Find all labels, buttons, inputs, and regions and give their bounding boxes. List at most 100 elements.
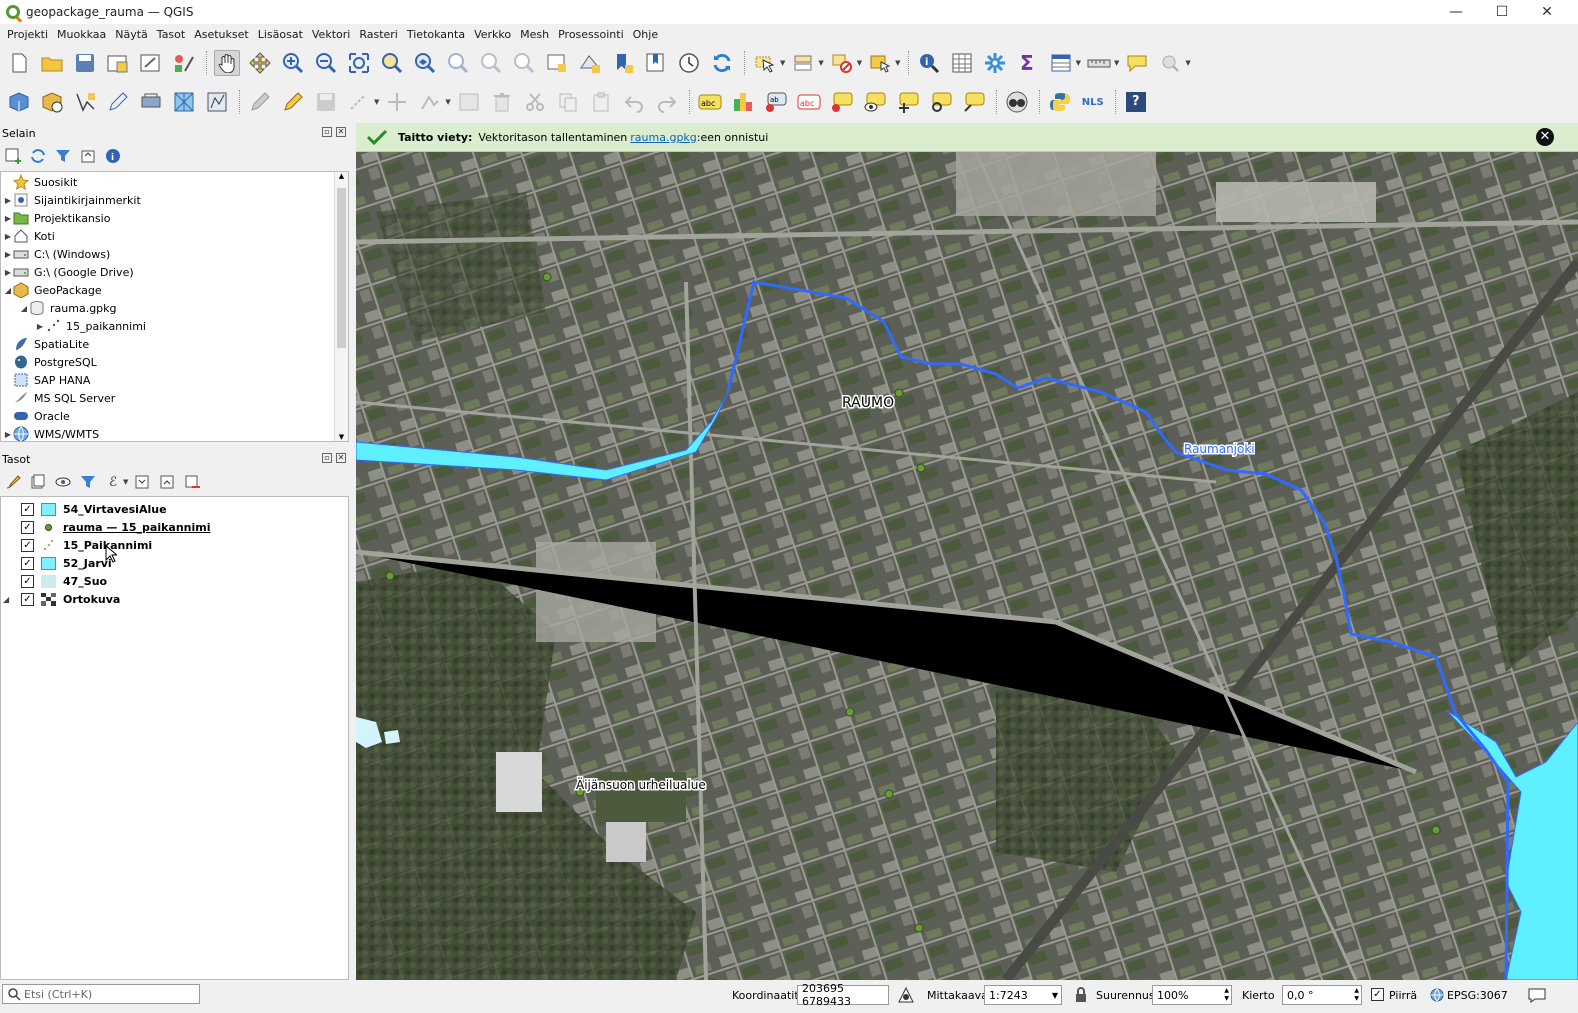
scale-combobox[interactable]: 1:7243 ▼ [984, 985, 1062, 1005]
locator-search-input[interactable]: Etsi (Ctrl+K) [2, 984, 200, 1004]
expand-arrow-icon[interactable]: ▶ [35, 322, 45, 331]
new-bookmark-button[interactable] [610, 50, 636, 76]
expand-arrow-icon[interactable]: ▶ [3, 430, 13, 439]
deselect-button[interactable] [829, 50, 855, 76]
layer-47-suo[interactable]: ✓ 47_Suo [21, 572, 107, 590]
temporal-controller-button[interactable] [676, 50, 702, 76]
browser-item-mssql[interactable]: MS SQL Server [3, 389, 115, 407]
identify-button[interactable]: i [916, 50, 942, 76]
minimize-button[interactable]: — [1433, 0, 1479, 24]
expand-all-button[interactable] [133, 473, 151, 491]
float-panel-icon[interactable]: ▫ [322, 127, 332, 137]
browser-item-15-paikannimi[interactable]: ▶ 15_paikannimi [35, 317, 146, 335]
layer-visibility-checkbox[interactable]: ✓ [21, 574, 34, 588]
zoom-native-button[interactable] [445, 50, 471, 76]
style-panel-button[interactable] [4, 473, 22, 491]
remove-layer-button[interactable] [183, 473, 201, 491]
change-label-button[interactable] [961, 89, 987, 115]
open-table-button[interactable] [1048, 50, 1074, 76]
spin-arrows-icon[interactable]: ▲ ▼ [1224, 987, 1229, 1003]
menu-vektori[interactable]: Vektori [309, 28, 356, 41]
select-by-location-button[interactable] [867, 50, 893, 76]
new-mesh-layer-button[interactable] [171, 89, 197, 115]
browser-scrollbar[interactable]: ▲ ▼ [334, 172, 348, 441]
new-point-cloud-button[interactable] [204, 89, 230, 115]
nls-plugin-button[interactable]: NLS [1080, 89, 1106, 115]
scroll-down-arrow-icon[interactable]: ▼ [335, 433, 348, 441]
properties-button[interactable]: i [104, 147, 122, 165]
menu-tietokanta[interactable]: Tietokanta [404, 28, 471, 41]
crs-button[interactable]: EPSG:3067 [1447, 989, 1508, 1002]
browser-item-postgresql[interactable]: PostgreSQL [3, 353, 97, 371]
refresh-button[interactable] [709, 50, 735, 76]
modify-attributes-button[interactable] [456, 89, 482, 115]
statistics-button[interactable]: Σ [1015, 50, 1041, 76]
python-console-button[interactable] [1047, 89, 1073, 115]
menu-ohje[interactable]: Ohje [630, 28, 664, 41]
dropdown-arrow-icon[interactable]: ▼ [374, 98, 379, 106]
coordinates-field[interactable]: 203695 6789433 [797, 982, 889, 1008]
refresh-browser-button[interactable] [29, 147, 47, 165]
zoom-out-button[interactable] [313, 50, 339, 76]
locator-button[interactable] [1157, 50, 1183, 76]
collapse-all-layers-button[interactable] [158, 473, 176, 491]
expand-arrow-icon[interactable]: ▶ [3, 232, 13, 241]
save-project-button[interactable] [72, 50, 98, 76]
map-tips-button[interactable] [1124, 50, 1150, 76]
browser-item-projektikansio[interactable]: ▶ Projektikansio [3, 209, 110, 227]
layout-manager-button[interactable] [138, 50, 164, 76]
digitize-button[interactable] [346, 89, 372, 115]
layer-visibility-checkbox[interactable]: ✓ [21, 520, 34, 534]
delete-selected-button[interactable] [489, 89, 515, 115]
dropdown-arrow-icon[interactable]: ▼ [818, 59, 823, 67]
magnifier-spinbox[interactable]: 100% ▲ ▼ [1152, 985, 1232, 1005]
map-canvas[interactable]: RAUMO Raumanjoki Äijänsuon urheilualue [356, 152, 1578, 980]
browser-item-oracle[interactable]: Oracle [3, 407, 70, 425]
new-print-layout-button[interactable] [105, 50, 131, 76]
browser-item-rauma-gpkg[interactable]: ◢ rauma.gpkg [19, 299, 117, 317]
measure-button[interactable] [1086, 50, 1112, 76]
collapse-all-button[interactable] [79, 147, 97, 165]
browser-item-suosikit[interactable]: Suosikit [3, 173, 77, 191]
show-hide-labels-button[interactable] [862, 89, 888, 115]
new-map-view-button[interactable] [544, 50, 570, 76]
open-project-button[interactable] [39, 50, 65, 76]
current-edits-button[interactable] [247, 89, 273, 115]
add-selected-layers-button[interactable] [4, 147, 22, 165]
toggle-editing-button[interactable] [280, 89, 306, 115]
layer-diagram-button[interactable] [730, 89, 756, 115]
close-window-button[interactable]: ✕ [1524, 0, 1570, 24]
select-by-value-button[interactable] [790, 50, 816, 76]
style-manager-button[interactable] [171, 50, 197, 76]
menu-muokkaa[interactable]: Muokkaa [54, 28, 112, 41]
scroll-up-arrow-icon[interactable]: ▲ [335, 172, 348, 180]
attribute-table-button[interactable] [949, 50, 975, 76]
filter-legend-button[interactable] [79, 473, 97, 491]
label-toolbar-button[interactable]: abc [697, 89, 723, 115]
browser-item-g-drive[interactable]: ▶ G:\ (Google Drive) [3, 263, 134, 281]
new-3d-view-button[interactable] [577, 50, 603, 76]
menu-projekti[interactable]: Projekti [4, 28, 54, 41]
show-bookmarks-button[interactable] [643, 50, 669, 76]
collapse-arrow-icon[interactable]: ◢ [3, 286, 13, 295]
spin-arrows-icon[interactable]: ▲ ▼ [1354, 987, 1359, 1003]
save-edits-button[interactable] [313, 89, 339, 115]
menu-mesh[interactable]: Mesh [517, 28, 555, 41]
copy-features-button[interactable] [555, 89, 581, 115]
close-panel-icon[interactable]: ✕ [336, 453, 346, 463]
expand-arrow-icon[interactable]: ▶ [3, 214, 13, 223]
browser-item-geopackage[interactable]: ◢ GeoPackage [3, 281, 102, 299]
pin-labels-button[interactable] [829, 89, 855, 115]
browser-item-sijaintikirjainmerkit[interactable]: ▶ Sijaintikirjainmerkit [3, 191, 141, 209]
vertex-tool-button[interactable] [417, 89, 443, 115]
zoom-to-selection-button[interactable] [379, 50, 405, 76]
show-unplaced-labels-button[interactable]: abc [796, 89, 822, 115]
layer-rauma-15-paikannimi[interactable]: ✓ rauma — 15_paikannimi [21, 518, 211, 536]
render-checkbox[interactable]: ✓ [1371, 988, 1384, 1001]
pan-to-selection-button[interactable] [247, 50, 273, 76]
lock-icon[interactable] [1074, 987, 1088, 1003]
chevron-down-icon[interactable]: ▼ [1052, 991, 1058, 1000]
globe-icon[interactable] [1430, 988, 1444, 1002]
zoom-in-button[interactable] [280, 50, 306, 76]
zoom-to-layer-button[interactable] [412, 50, 438, 76]
